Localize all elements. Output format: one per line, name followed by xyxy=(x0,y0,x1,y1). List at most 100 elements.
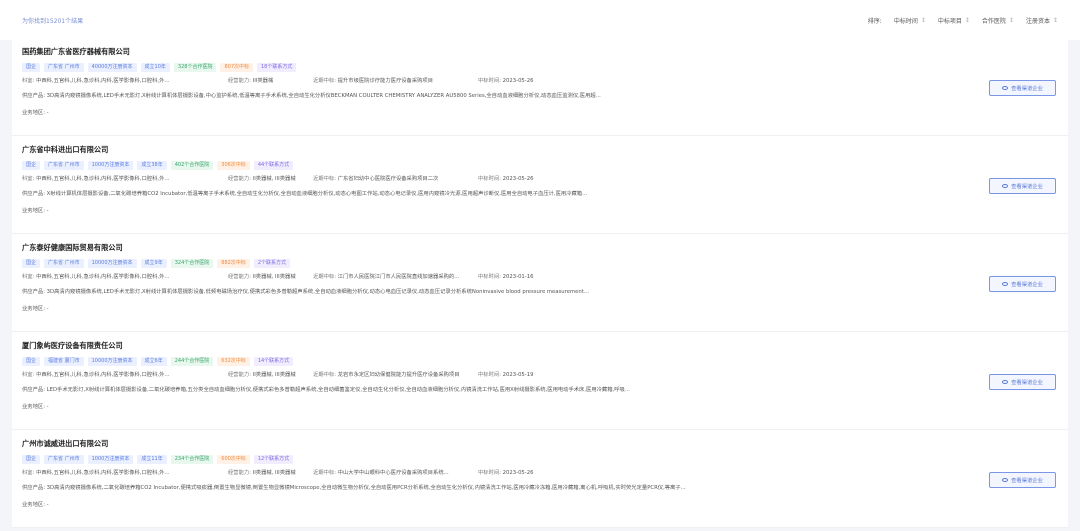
company-tag: 1000万注册资本 xyxy=(87,161,134,170)
company-tag: 广东省 广州市 xyxy=(44,63,84,72)
region-value: - xyxy=(46,404,49,410)
sort-option[interactable]: 注册资本 ↕ xyxy=(1026,16,1058,25)
company-tag: 1000万注册资本 xyxy=(87,455,134,464)
sort-caret-icon: ↕ xyxy=(964,17,970,24)
company-tag: 成立38年 xyxy=(137,161,167,170)
recent-bid-field-value: 广东省妇幼中心医院医疗设备采购项目二次 xyxy=(337,176,439,182)
products-row: 供应产品: 3D高清内窥镜摄像系统,LED手术无影灯,X射线计算机体层摄影设备,… xyxy=(22,92,792,101)
company-name[interactable]: 广东泰好健康国际贸易有限公司 xyxy=(22,242,1058,254)
recent-bid-field-label: 近期中标: xyxy=(313,176,336,182)
company-tag: 成立11年 xyxy=(137,455,167,464)
products-row: 供应产品: 3D高清内窥镜摄像系统,LED手术无影灯,X射线计算机体层摄影设备,… xyxy=(22,288,792,297)
capability-field-label: 经营能力: xyxy=(228,470,251,476)
bid-time-field-label: 中标时间: xyxy=(478,176,501,182)
company-tags: 国企 广东省 广州市 40000万注册资本 成立10年 328个合作医院 807次中标 18… xyxy=(22,63,1058,72)
sort-caret-icon: ↕ xyxy=(1008,17,1014,24)
department-field-label: 科室: xyxy=(22,176,35,182)
bid-time-field-label: 中标时间: xyxy=(478,78,501,84)
company-tag: 234个合作医院 xyxy=(170,455,214,464)
products-label: 供应产品: xyxy=(22,485,45,491)
company-meta-row: 科室: 中西科,五官科,儿科,急诊科,内科,医学影像科,口腔科,外... 经营能力… xyxy=(22,371,1058,380)
department-field-value: 中西科,五官科,儿科,急诊科,内科,医学影像科,口腔科,外... xyxy=(36,78,170,84)
bid-time-field-value: 2023-05-26 xyxy=(502,470,534,476)
products-row: 供应产品: X射线计算机体层摄影设备,二氧化碳培养箱CO2 Incubator,… xyxy=(22,190,792,199)
view-channel-button[interactable]: 查看渠道企业 xyxy=(989,472,1056,488)
company-tag: 40000万注册资本 xyxy=(87,63,137,72)
company-tag: 国企 xyxy=(22,455,41,464)
company-meta-row: 科室: 中西科,五官科,儿科,急诊科,内科,医学影像科,口腔科,外... 经营能力… xyxy=(22,469,1058,478)
department-field-value: 中西科,五官科,儿科,急诊科,内科,医学影像科,口腔科,外... xyxy=(36,274,170,280)
recent-bid-field: 近期中标: 江门市人民医院江门市人民医院直线加速器采购的... xyxy=(313,273,478,282)
company-tag: 600次中标 xyxy=(217,455,250,464)
company-tag: 2个联系方式 xyxy=(253,259,290,268)
company-card: 广州市诚威进出口有限公司 国企 广东省 广州市 1000万注册资本 成立11年 234个合… xyxy=(12,430,1068,528)
department-field-value: 中西科,五官科,儿科,急诊科,内科,医学影像科,口腔科,外... xyxy=(36,176,170,182)
sort-option-label: 中标项目 xyxy=(937,18,962,25)
view-channel-button-label: 查看渠道企业 xyxy=(1011,478,1043,484)
capability-field: 经营能力: II类器械, III类器械 xyxy=(228,469,313,478)
department-field-label: 科室: xyxy=(22,78,35,84)
department-field: 科室: 中西科,五官科,儿科,急诊科,内科,医学影像科,口腔科,外... xyxy=(22,273,228,282)
company-tag: 成立9年 xyxy=(140,259,167,268)
region-row: 业务地区: - xyxy=(22,207,1058,216)
products-value: 3D高清内窥镜摄像系统,二氧化碳培养箱CO2 Incubator,便携式吸痰器,… xyxy=(46,485,686,491)
eye-icon xyxy=(1002,478,1009,482)
region-row: 业务地区: - xyxy=(22,403,1058,412)
capability-field: 经营能力: II类器械, III类器械 xyxy=(228,273,313,282)
company-tag: 14个联系方式 xyxy=(253,357,294,366)
recent-bid-field: 近期中标: 广东省妇幼中心医院医疗设备采购项目二次 xyxy=(313,175,478,184)
region-label: 业务地区: xyxy=(22,110,45,116)
view-channel-button[interactable]: 查看渠道企业 xyxy=(989,374,1056,390)
view-channel-button-label: 查看渠道企业 xyxy=(1011,86,1043,92)
company-tag: 632次中标 xyxy=(217,357,250,366)
company-name[interactable]: 国药集团广东省医疗器械有限公司 xyxy=(22,46,1058,58)
capability-field-label: 经营能力: xyxy=(228,274,251,280)
region-row: 业务地区: - xyxy=(22,501,1058,510)
company-tag: 国企 xyxy=(22,259,41,268)
company-tag: 306次中标 xyxy=(217,161,250,170)
sort-option[interactable]: 中标项目 ↕ xyxy=(938,16,970,25)
products-row: 供应产品: 3D高清内窥镜摄像系统,二氧化碳培养箱CO2 Incubator,便… xyxy=(22,484,792,493)
recent-bid-field-label: 近期中标: xyxy=(313,78,336,84)
products-label: 供应产品: xyxy=(22,387,45,393)
bid-time-field-label: 中标时间: xyxy=(478,372,501,378)
products-label: 供应产品: xyxy=(22,93,45,99)
company-tag: 10000万注册资本 xyxy=(87,357,137,366)
sort-bar: 排序: 中标时间 ↕ 中标项目 ↕ 合作医院 ↕ 注册资本 ↕ xyxy=(868,16,1058,25)
bid-time-field-label: 中标时间: xyxy=(478,470,501,476)
products-value: X射线计算机体层摄影设备,二氧化碳培养箱CO2 Incubator,低温等离子手… xyxy=(46,191,588,197)
bid-time-field-value: 2023-01-16 xyxy=(502,274,534,280)
company-list: 国药集团广东省医疗器械有限公司 国企 广东省 广州市 40000万注册资本 成立10年 3… xyxy=(12,38,1068,531)
company-meta-row: 科室: 中西科,五官科,儿科,急诊科,内科,医学影像科,口腔科,外... 经营能力… xyxy=(22,77,1058,86)
view-channel-button[interactable]: 查看渠道企业 xyxy=(989,276,1056,292)
capability-field-label: 经营能力: xyxy=(228,176,251,182)
company-name[interactable]: 厦门象屿医疗设备有限责任公司 xyxy=(22,340,1058,352)
company-name[interactable]: 广州市诚威进出口有限公司 xyxy=(22,438,1058,450)
capability-field-value: II类器械, III类器械 xyxy=(252,274,296,280)
company-tag: 807次中标 xyxy=(220,63,253,72)
company-tag: 244个合作医院 xyxy=(170,357,214,366)
sort-option[interactable]: 中标时间 ↕ xyxy=(894,16,926,25)
products-label: 供应产品: xyxy=(22,191,45,197)
company-tag: 成立6年 xyxy=(140,357,167,366)
company-name[interactable]: 广东省中科进出口有限公司 xyxy=(22,144,1058,156)
department-field: 科室: 中西科,五官科,儿科,急诊科,内科,医学影像科,口腔科,外... xyxy=(22,175,228,184)
bid-time-field-value: 2023-05-19 xyxy=(502,372,534,378)
company-tag: 12个联系方式 xyxy=(253,455,294,464)
company-tag: 402个合作医院 xyxy=(170,161,214,170)
region-value: - xyxy=(46,110,49,116)
recent-bid-field-label: 近期中标: xyxy=(313,274,336,280)
bid-time-field: 中标时间: 2023-05-26 xyxy=(478,469,598,478)
products-label: 供应产品: xyxy=(22,289,45,295)
view-channel-button[interactable]: 查看渠道企业 xyxy=(989,80,1056,96)
sort-option[interactable]: 合作医院 ↕ xyxy=(982,16,1014,25)
eye-icon xyxy=(1002,380,1009,384)
capability-field-value: II类器械, III类器械 xyxy=(252,470,296,476)
sort-option-label: 排序: xyxy=(867,18,882,25)
company-tag: 10000万注册资本 xyxy=(87,259,137,268)
bid-time-field: 中标时间: 2023-05-26 xyxy=(478,77,598,86)
recent-bid-field-label: 近期中标: xyxy=(313,372,336,378)
view-channel-button[interactable]: 查看渠道企业 xyxy=(989,178,1056,194)
company-card: 厦门象屿医疗设备有限责任公司 国企 福建省 厦门市 10000万注册资本 成立6年 244… xyxy=(12,332,1068,430)
recent-bid-field: 近期中标: 提升市级医院诊疗能力医疗设备采购项目 xyxy=(313,77,478,86)
